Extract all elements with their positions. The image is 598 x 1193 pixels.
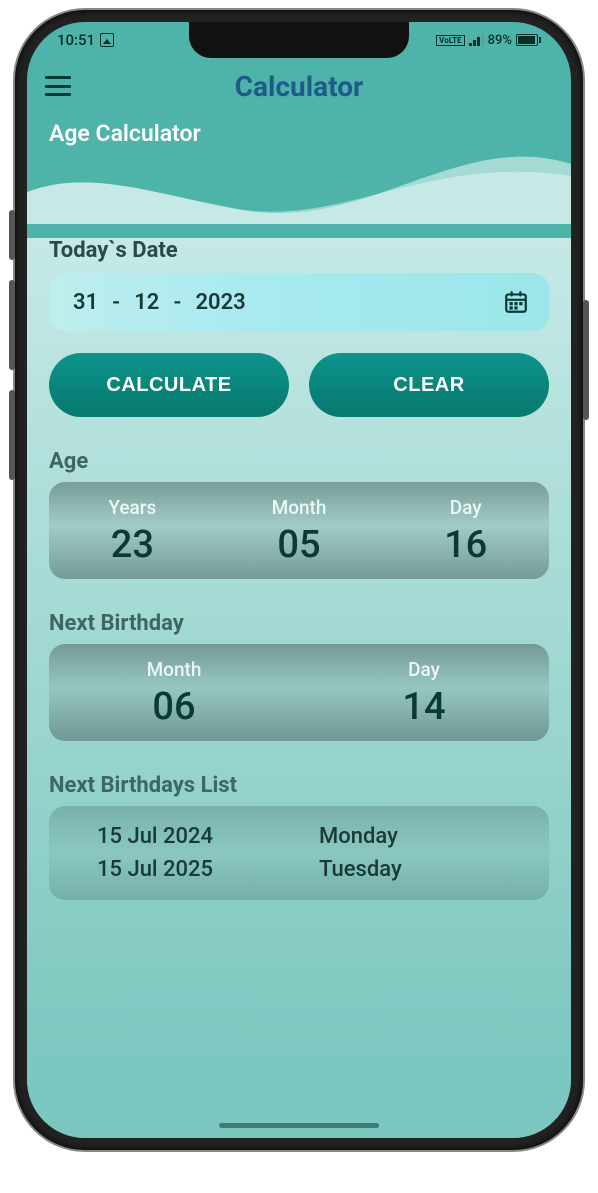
nb-day-header: Day: [299, 658, 549, 681]
phone-side-button: [9, 390, 15, 480]
age-panel: Years 23 Month 05 Day 16: [49, 482, 549, 579]
signal-icon: [469, 34, 484, 46]
app-title: Calculator: [27, 70, 571, 103]
status-time: 10:51: [57, 31, 95, 49]
section-title: Age Calculator: [27, 114, 571, 147]
list-item: 15 Jul 2024 Monday: [49, 820, 549, 853]
volte-indicator: VoLTE: [436, 35, 464, 46]
list-day: Tuesday: [319, 857, 549, 882]
next-birthday-label: Next Birthday: [49, 611, 549, 636]
home-indicator[interactable]: [219, 1123, 379, 1128]
calendar-icon[interactable]: [503, 289, 529, 315]
calculate-button[interactable]: CALCULATE: [49, 353, 289, 417]
list-date: 15 Jul 2025: [49, 857, 319, 882]
phone-side-button: [9, 280, 15, 370]
nb-month-value: 06: [49, 685, 299, 729]
battery-icon: [516, 34, 541, 46]
clear-button[interactable]: CLEAR: [309, 353, 549, 417]
wave-band: Age Calculator: [27, 114, 571, 224]
next-birthdays-list-panel: 15 Jul 2024 Monday 15 Jul 2025 Tuesday: [49, 806, 549, 900]
battery-percent: 89%: [488, 33, 512, 48]
next-birthday-panel: Month 06 Day 14: [49, 644, 549, 741]
age-label: Age: [49, 449, 549, 474]
date-day: 31: [69, 290, 102, 315]
todays-date-field[interactable]: 31 - 12 - 2023: [49, 273, 549, 331]
list-date: 15 Jul 2024: [49, 824, 319, 849]
content-area: Today`s Date 31 - 12 - 2023: [27, 238, 571, 1138]
nb-day-value: 14: [299, 685, 549, 729]
age-years-value: 23: [49, 523, 216, 567]
phone-frame: 10:51 VoLTE 89% Calculator Age Calcula: [15, 10, 583, 1150]
todays-date-label: Today`s Date: [49, 238, 549, 263]
phone-notch: [189, 22, 409, 58]
age-day-header: Day: [382, 496, 549, 519]
date-year: 2023: [191, 290, 249, 315]
phone-side-button: [9, 210, 15, 260]
date-month: 12: [130, 290, 163, 315]
next-birthdays-list-label: Next Birthdays List: [49, 773, 549, 798]
age-month-value: 05: [216, 523, 383, 567]
app-header: Calculator: [27, 58, 571, 114]
picture-icon: [100, 33, 114, 47]
list-item: 15 Jul 2025 Tuesday: [49, 853, 549, 886]
age-month-header: Month: [216, 496, 383, 519]
phone-side-button: [583, 300, 589, 420]
age-day-value: 16: [382, 523, 549, 567]
age-years-header: Years: [49, 496, 216, 519]
nb-month-header: Month: [49, 658, 299, 681]
list-day: Monday: [319, 824, 549, 849]
phone-screen: 10:51 VoLTE 89% Calculator Age Calcula: [27, 22, 571, 1138]
